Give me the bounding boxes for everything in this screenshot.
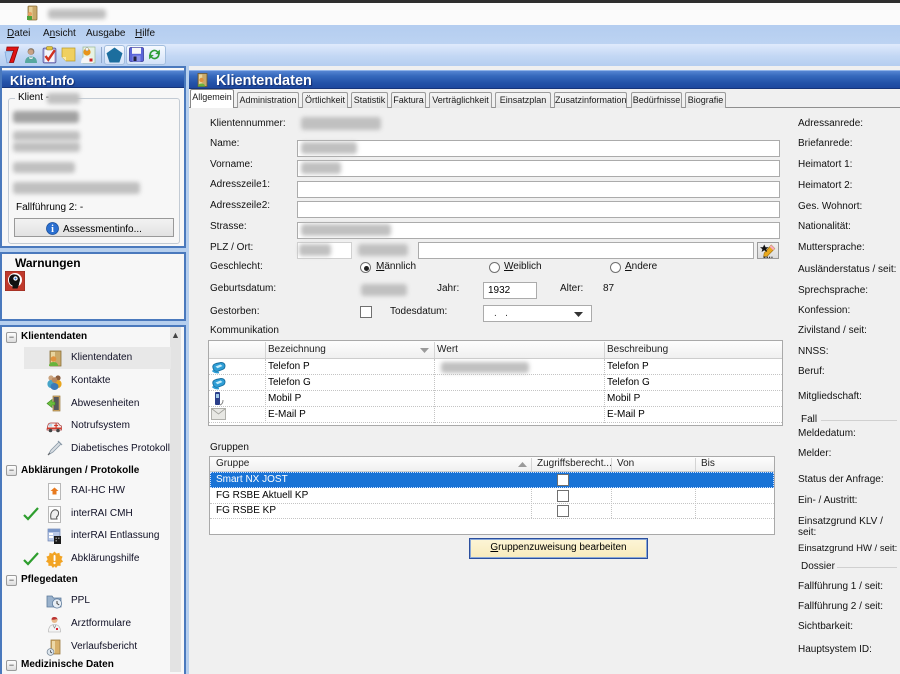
svg-text:i: i [51, 224, 54, 235]
